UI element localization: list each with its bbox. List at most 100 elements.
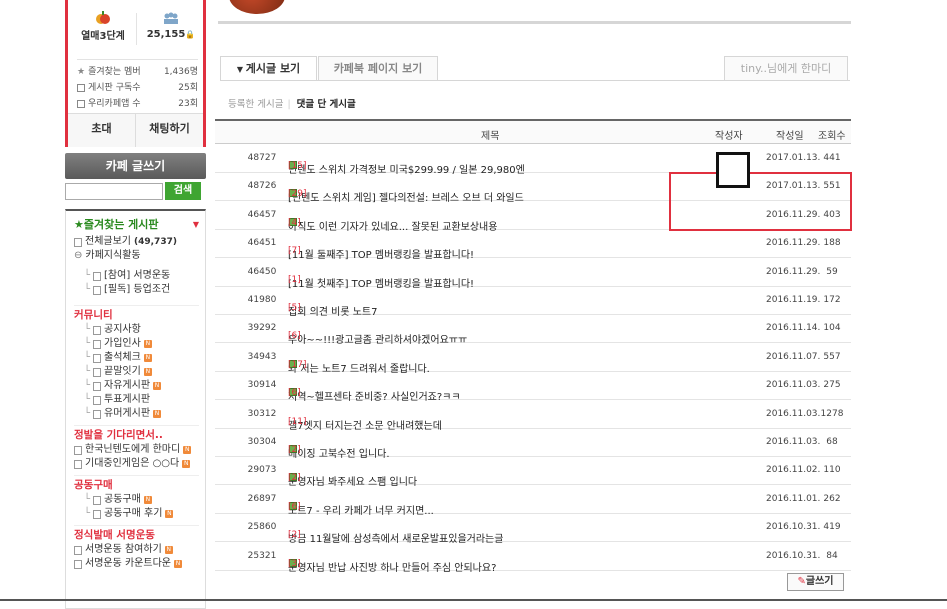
sidebar-item-label: 자유게시판 <box>104 380 151 391</box>
comment-count[interactable]: [29] <box>288 189 306 199</box>
table-row[interactable]: 30304베이징 고북수전 입니다.[2]북극설2016.11.03.68 <box>215 429 851 460</box>
cafe-write-button[interactable]: 카페 글쓰기 <box>65 153 206 179</box>
header-divider <box>218 21 851 24</box>
sidebar-item-humor-board[interactable]: └ 유머게시판 N <box>74 407 199 421</box>
post-views: 557 <box>823 351 841 362</box>
member-count: 25,155 <box>146 29 186 40</box>
sidebar-item-levelup[interactable]: └ [필독] 등업조건 <box>74 283 199 297</box>
sidebar-item-knowledge[interactable]: ⊖ 카페지식활동 <box>74 249 199 263</box>
post-date: 2016.11.01. <box>766 493 821 504</box>
sidebar-item-free-board[interactable]: └ 자유게시판 N <box>74 379 199 393</box>
board-icon <box>74 445 82 455</box>
check-icon <box>77 84 85 92</box>
board-icon <box>93 495 102 505</box>
stat-row[interactable]: ★ 즐겨찾는 멤버 1,436명 <box>77 64 198 80</box>
table-row[interactable]: 25860방금 11월달에 삼성측에서 새로운발표있을거라는글[2]깡패삼성20… <box>215 514 851 545</box>
tab-cafebook[interactable]: 카페북 페이지 보기 <box>318 56 438 80</box>
comment-count[interactable]: [6] <box>288 331 301 341</box>
caret-down-icon[interactable]: ▼ <box>193 215 199 235</box>
table-row[interactable]: 30312갤7엣지 터지는건 소문 안내려했는데[11]홀롤공2016.11.0… <box>215 401 851 432</box>
profile-stat-list: ★ 즐겨찾는 멤버 1,436명 게시판 구독수 25회 우리카페앱 수 23회 <box>77 59 198 112</box>
post-date: 2016.10.31. <box>766 522 821 533</box>
table-row[interactable]: 30914지역~헬프센타 준비중? 사실인거죠?ㅋㅋ[6]나라구한여인2016.… <box>215 372 851 403</box>
sidebar-item-petition[interactable]: └ [참여] 서명운동 <box>74 269 199 283</box>
sidebar-search-input[interactable] <box>65 183 163 200</box>
sidebar-item-notice[interactable]: └ 공지사항 <box>74 323 199 337</box>
tree-branch-icon: └ <box>84 494 91 505</box>
comment-count[interactable]: [6] <box>288 502 301 512</box>
post-views: 104 <box>823 323 841 334</box>
post-date: 2016.11.03. <box>766 408 821 419</box>
tab-posts[interactable]: ▼ 게시글 보기 <box>220 56 317 80</box>
table-row[interactable]: 34943와 저는 노트7 드려워서 줄랍니다.[17]노트7 노답2016.1… <box>215 344 851 375</box>
comment-count[interactable]: [1] <box>288 275 301 285</box>
knowledge-icon: ⊖ <box>74 250 83 261</box>
sidebar-item-expected-game[interactable]: 기대중인게임은 ○○다 N <box>74 457 199 471</box>
sidebar-item-all-posts[interactable]: 전체글보기 (49,737) <box>74 235 199 249</box>
table-row[interactable]: 41980집회 의견 비롯 노트7[5]오리2016.11.19.172 <box>215 287 851 318</box>
chat-button[interactable]: 채팅하기 <box>135 114 203 147</box>
post-views: 68 <box>826 437 838 447</box>
board-icon <box>93 271 102 281</box>
lock-icon: 🔒 <box>185 30 196 39</box>
subtab-registered[interactable]: 등록한 게시글 <box>228 99 283 110</box>
comment-count[interactable]: [4] <box>288 218 301 228</box>
post-number: 25860 <box>247 522 277 533</box>
comment-count[interactable]: [2] <box>288 473 301 483</box>
board-icon <box>93 509 102 519</box>
comment-count[interactable]: [17] <box>288 360 306 370</box>
new-badge: N <box>153 382 162 390</box>
write-button[interactable]: ✎글쓰기 <box>787 573 844 591</box>
sidebar-item-vote-board[interactable]: └ 투표게시판 <box>74 393 199 407</box>
comment-count[interactable]: [7] <box>288 246 301 256</box>
sidebar-item-attendance[interactable]: └ 출석체크 N <box>74 351 199 365</box>
table-row[interactable]: 46450[11월 첫째주] TOP 멤버랭킹을 발표합니다![1]배터리60퍼… <box>215 259 851 290</box>
tab-message[interactable]: tiny..님에게 한마디 <box>724 56 848 80</box>
sidebar-item-petition-join[interactable]: 서명운동 참여하기 N <box>74 543 199 557</box>
sidebar-item-greeting[interactable]: └ 가입인사 N <box>74 337 199 351</box>
tab-label: 게시글 보기 <box>245 62 301 75</box>
invite-button[interactable]: 초대 <box>68 114 135 147</box>
post-views: 262 <box>823 493 841 504</box>
tree-branch-icon: └ <box>84 338 91 349</box>
sidebar-search-button[interactable]: 검색 <box>165 182 201 200</box>
post-number: 30312 <box>247 408 277 419</box>
post-views: 275 <box>823 380 841 391</box>
stat-row[interactable]: 게시판 구독수 25회 <box>77 80 198 96</box>
comment-count[interactable]: [3] <box>288 559 301 569</box>
comment-count[interactable]: [2] <box>288 530 301 540</box>
board-icon <box>93 339 102 349</box>
sidebar-item-wordchain[interactable]: └ 끝말잇기 N <box>74 365 199 379</box>
stat-row[interactable]: 우리카페앱 수 23회 <box>77 96 198 112</box>
header-views: 조회수 <box>818 131 846 142</box>
sidebar-item-group-buy[interactable]: └ 공동구매 N <box>74 493 199 507</box>
post-number: 46457 <box>247 209 277 220</box>
comment-count[interactable]: [11] <box>288 417 306 427</box>
subtab-commented[interactable]: 댓글 단 게시글 <box>297 99 356 110</box>
category-petition: 정식발매 서명운동 <box>74 525 199 543</box>
post-number: 29073 <box>247 465 277 476</box>
member-stat[interactable]: 25,155🔒 <box>138 11 204 40</box>
table-row[interactable]: 39292우아~~!!!광고글좀 관리하셔야겠어요ㅠㅠ[6]Wang022320… <box>215 315 851 346</box>
comment-count[interactable]: [2] <box>288 445 301 455</box>
table-row[interactable]: 46451[11월 둘째주] TOP 멤버랭킹을 발표합니다![7]배터리60퍼… <box>215 230 851 261</box>
tree-branch-icon: └ <box>84 508 91 519</box>
profile-actions: 초대 채팅하기 <box>68 113 203 147</box>
comment-count[interactable]: [5] <box>288 303 301 313</box>
sidebar-item-petition-countdown[interactable]: 서명운동 카운트다운 N <box>74 557 199 571</box>
comment-count[interactable]: [15] <box>288 161 306 171</box>
table-row[interactable]: 29073운영자님 봐주세요 스팸 입니다[2]Best2016.11.02.1… <box>215 457 851 488</box>
post-number: 34943 <box>247 351 277 362</box>
favorites-header[interactable]: ★즐겨찾는 게시판 ▼ <box>74 215 199 235</box>
new-badge: N <box>143 340 152 348</box>
board-icon <box>74 559 82 569</box>
new-badge: N <box>164 546 173 554</box>
table-row[interactable]: 25321운영자님 반납 사진방 하나 만들어 주심 안되나요?[3]신조l20… <box>215 543 851 574</box>
comment-count[interactable]: [6] <box>288 388 301 398</box>
post-views: 59 <box>826 266 838 277</box>
sidebar-item-group-buy-review[interactable]: └ 공동구매 후기 N <box>74 507 199 521</box>
sidebar-item-nintendo-korea[interactable]: 한국닌텐도에게 한마디 N <box>74 443 199 457</box>
table-row[interactable]: 26897노트7 - 우리 카페가 너무 커지면...[6]EF2016.11.… <box>215 486 851 517</box>
table-row[interactable]: 48727 닌텐도 스위치 가격정보 미국$299.99 / 일본 29,980엔… <box>215 145 851 176</box>
tree-branch-icon: └ <box>84 352 91 363</box>
